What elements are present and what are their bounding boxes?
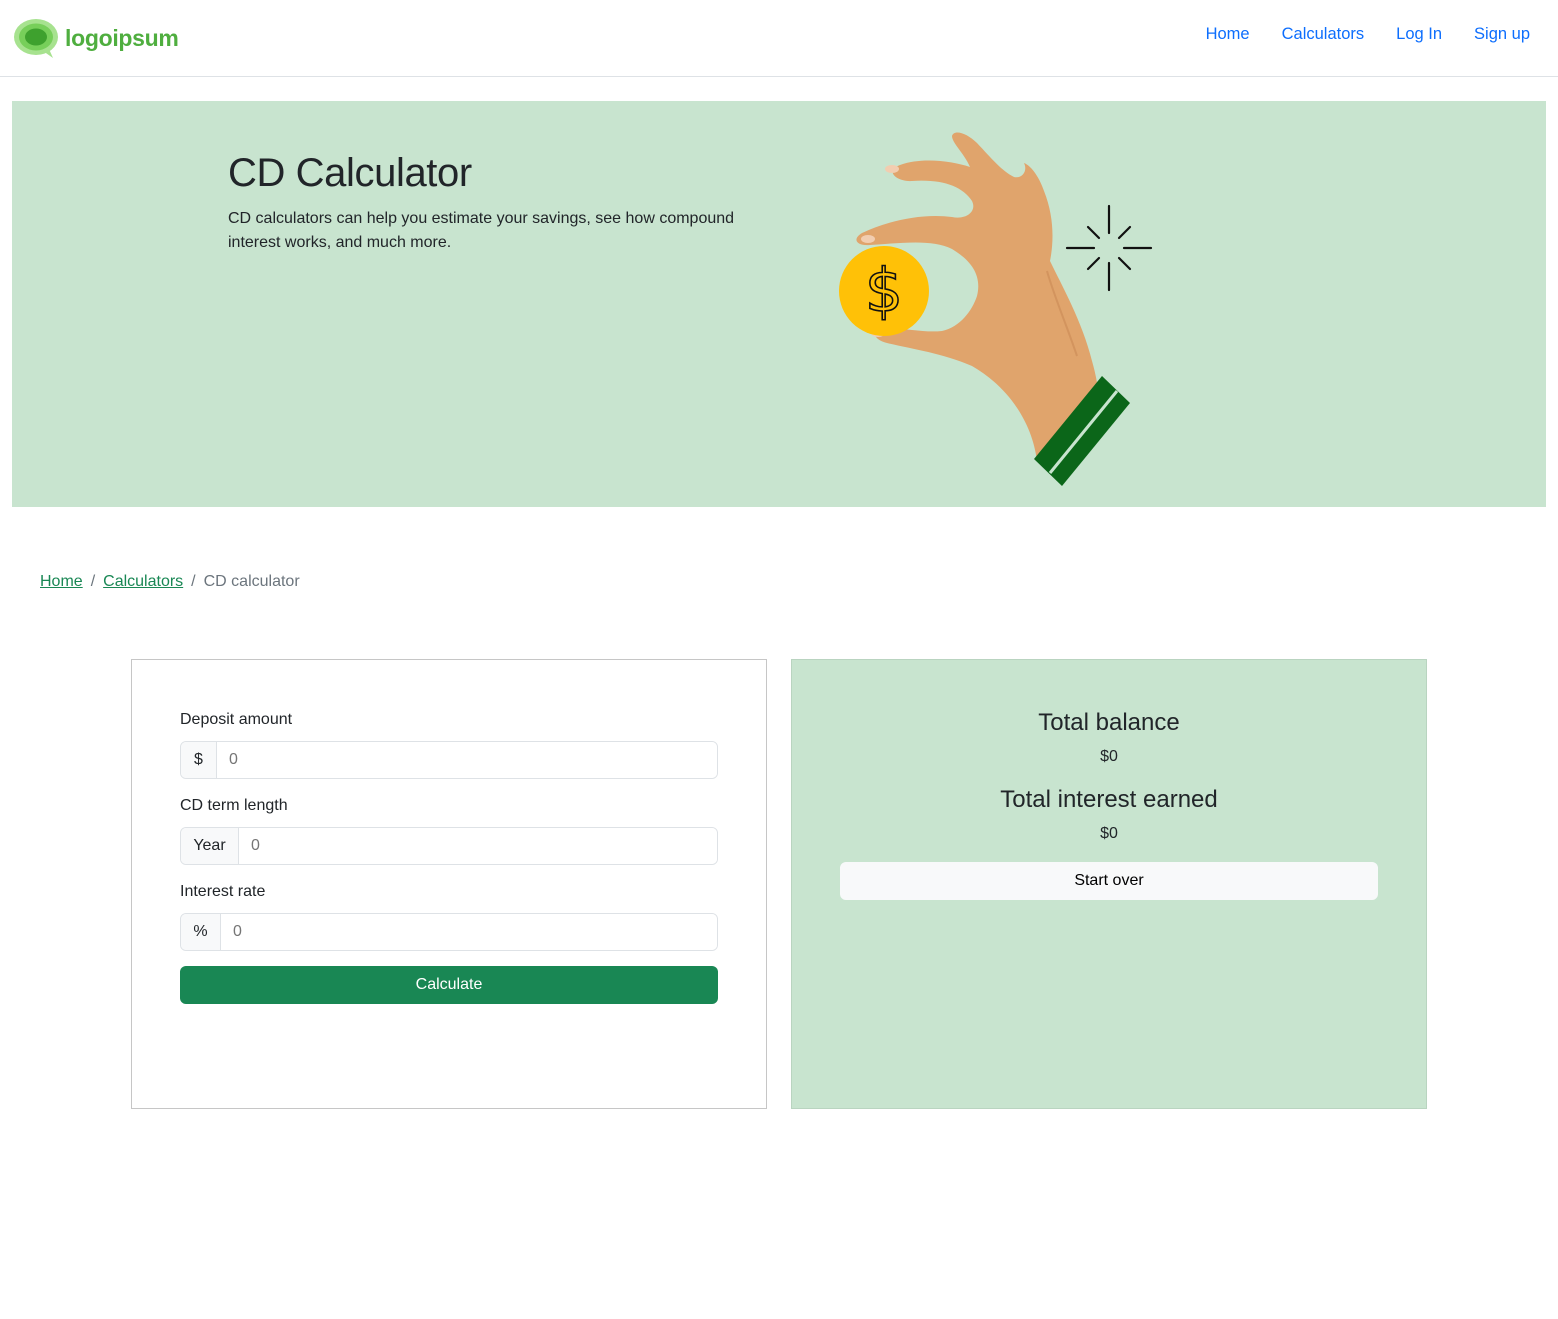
rate-input-group: %	[180, 913, 718, 951]
term-input-group: Year	[180, 827, 718, 865]
term-input[interactable]	[239, 828, 717, 864]
percent-addon: %	[181, 914, 221, 950]
nav-calculators[interactable]: Calculators	[1282, 25, 1365, 44]
calculate-button[interactable]: Calculate	[180, 966, 718, 1004]
deposit-label: Deposit amount	[180, 711, 293, 728]
deposit-input[interactable]	[217, 742, 717, 778]
breadcrumb: Home / Calculators / CD calculator	[40, 573, 300, 591]
total-interest-heading: Total interest earned	[1000, 786, 1218, 813]
total-balance-heading: Total balance	[1038, 709, 1180, 736]
breadcrumb-calculators[interactable]: Calculators	[103, 573, 183, 591]
start-over-button[interactable]: Start over	[840, 862, 1378, 900]
breadcrumb-home[interactable]: Home	[40, 573, 83, 591]
nav-login[interactable]: Log In	[1396, 25, 1442, 44]
rate-label: Interest rate	[180, 883, 266, 900]
coin-symbol: $	[865, 256, 903, 326]
nav-home[interactable]: Home	[1206, 25, 1250, 44]
nav-signup[interactable]: Sign up	[1474, 25, 1530, 44]
calculator-form: Deposit amount $ CD term length Year Int…	[131, 659, 767, 1109]
results-panel: Total balance $0 Total interest earned $…	[791, 659, 1427, 1109]
logo-icon	[14, 19, 58, 58]
breadcrumb-separator: /	[90, 573, 96, 590]
total-balance-value: $0	[1100, 748, 1118, 765]
navbar: logoipsum Home Calculators Log In Sign u…	[0, 0, 1558, 77]
brand-logo[interactable]: logoipsum	[13, 17, 179, 59]
total-interest-value: $0	[1100, 825, 1118, 842]
hand-holding-coin-icon: $	[839, 132, 1153, 486]
sparkle-icon	[1065, 204, 1153, 292]
rate-input[interactable]	[221, 914, 717, 950]
dollar-addon: $	[181, 742, 217, 778]
term-label: CD term length	[180, 797, 288, 814]
page-title: CD Calculator	[228, 151, 472, 195]
hero-description: CD calculators can help you estimate you…	[228, 210, 735, 251]
breadcrumb-current: CD calculator	[203, 573, 300, 590]
breadcrumb-separator: /	[191, 573, 196, 590]
deposit-input-group: $	[180, 741, 718, 779]
main-nav: Home Calculators Log In Sign up	[1174, 25, 1530, 44]
year-addon: Year	[181, 828, 239, 864]
hero-banner: CD Calculator CD calculators can help yo…	[12, 101, 1546, 507]
brand-name: logoipsum	[65, 24, 179, 51]
